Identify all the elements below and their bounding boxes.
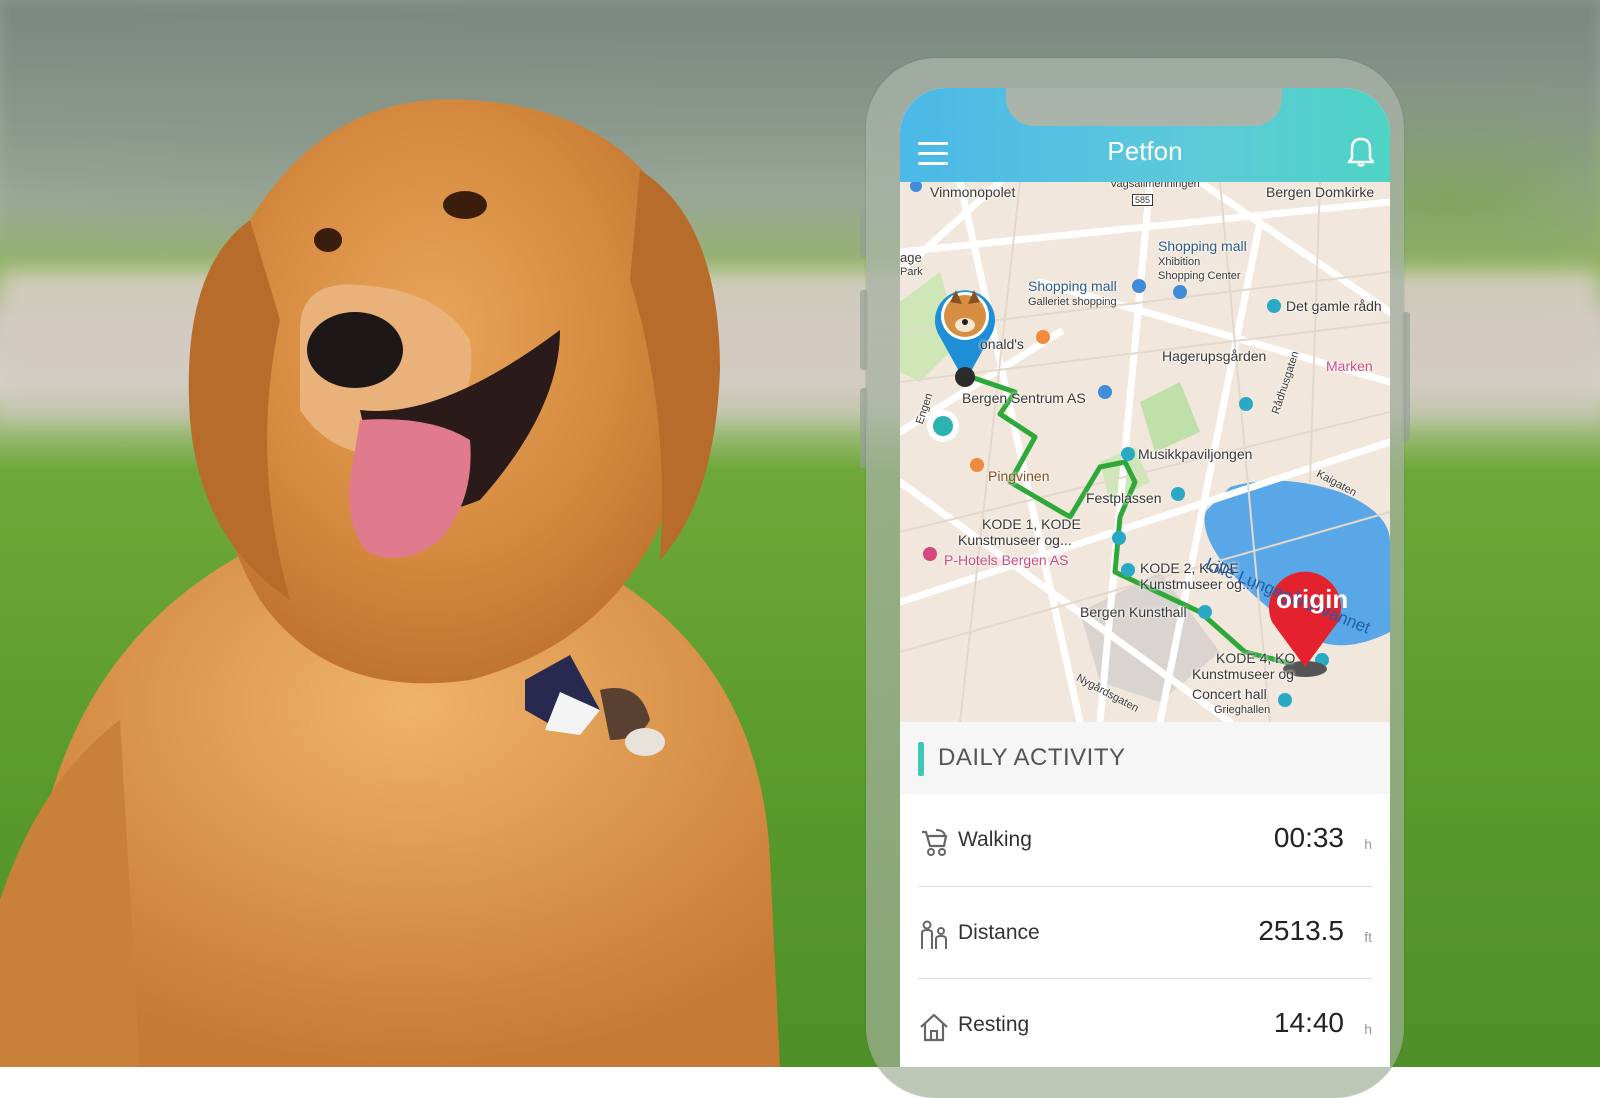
phone-screen: Petfon Vinmonopolet Vagsallmenningen 585… — [900, 88, 1390, 1067]
map-label: 585 — [1132, 194, 1154, 206]
map-label: Kunstmuseer og — [1192, 666, 1294, 682]
map-view[interactable]: Vinmonopolet Vagsallmenningen 585 Bergen… — [900, 182, 1390, 722]
map-label: Bergen Domkirke — [1266, 184, 1375, 200]
map-label: Xhibition — [1158, 256, 1201, 268]
map-label: Shopping mall — [1158, 238, 1247, 254]
map-label: P-Hotels Bergen AS — [944, 552, 1069, 568]
map-label: Grieghallen — [1214, 704, 1271, 716]
map-label: Concert hall — [1192, 686, 1267, 702]
home-icon — [920, 1013, 948, 1042]
section-title: DAILY ACTIVITY — [938, 744, 1126, 771]
golden-retriever-image — [0, 99, 780, 1067]
map-label: onald's — [980, 336, 1024, 352]
activity-value: 14:40 — [1273, 1007, 1344, 1038]
app-header: Petfon — [900, 88, 1390, 182]
stroller-icon — [922, 829, 948, 856]
activity-unit: h — [1364, 1021, 1372, 1037]
map-label: Det gamle rådh — [1286, 298, 1382, 314]
activity-row-resting[interactable]: Resting 14:40 h — [900, 979, 1390, 1067]
map-label: Shopping Center — [1158, 270, 1241, 282]
map-label: Hagerupsgården — [1162, 348, 1267, 364]
activity-row-distance[interactable]: Distance 2513.5 ft — [900, 887, 1390, 979]
bell-icon[interactable] — [1346, 136, 1376, 168]
phone-notch — [1006, 88, 1282, 126]
map-label: KODE 1, KODE — [982, 516, 1081, 532]
map-label: Festplassen — [1086, 490, 1162, 506]
origin-pin-label[interactable]: origin — [1276, 584, 1348, 615]
map-label: Musikkpaviljongen — [1138, 446, 1253, 462]
map-label: Marken — [1326, 358, 1373, 374]
activity-label: Resting — [958, 1013, 1030, 1036]
activity-unit: ft — [1364, 929, 1372, 945]
map-label: KODE 4, KO — [1216, 650, 1296, 666]
map-label: age — [900, 250, 922, 265]
people-icon — [921, 920, 947, 949]
activity-row-walking[interactable]: Walking 00:33 h — [900, 794, 1390, 886]
activity-value: 2513.5 — [1258, 915, 1344, 946]
activity-label: Distance — [958, 921, 1040, 944]
daily-activity-header: DAILY ACTIVITY — [900, 722, 1390, 794]
map-label: Kunstmuseer og... — [958, 532, 1072, 548]
map-label: Vagsallmenningen — [1110, 182, 1200, 190]
map-label: Galleriet shopping — [1028, 296, 1117, 308]
activity-label: Walking — [958, 828, 1032, 851]
map-label: Shopping mall — [1028, 278, 1117, 294]
map-label: Pingvinen — [988, 468, 1050, 484]
map-label: Vinmonopolet — [930, 184, 1016, 200]
section-accent-bar — [918, 742, 924, 776]
activity-value: 00:33 — [1273, 822, 1344, 853]
activity-unit: h — [1364, 836, 1372, 852]
map-label: Bergen Sentrum AS — [962, 390, 1086, 406]
map-label: Bergen Kunsthall — [1080, 604, 1187, 620]
map-label: Park — [900, 266, 923, 278]
app-title: Petfon — [1107, 136, 1183, 166]
